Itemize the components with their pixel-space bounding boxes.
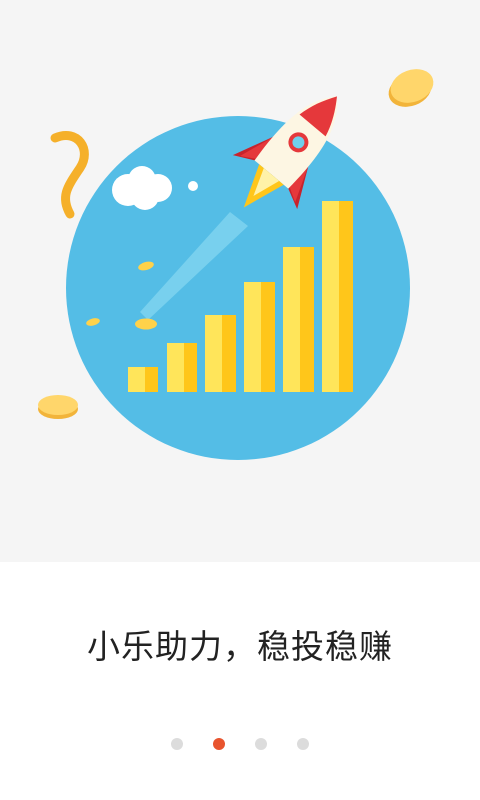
- coin-large-top: [388, 69, 434, 107]
- blue-circle-background: [66, 116, 410, 460]
- ribbon-decoration: [50, 131, 89, 219]
- page-dot-4[interactable]: [297, 738, 309, 750]
- hero-area: [0, 0, 480, 562]
- small-cloud-dot: [188, 181, 198, 191]
- slogan-text: 小乐助力，稳投稳赚: [87, 627, 393, 666]
- illustration: [38, 69, 434, 460]
- page-dot-1[interactable]: [171, 738, 183, 750]
- onboarding-screen[interactable]: 小乐助力，稳投稳赚: [0, 0, 480, 800]
- page-dot-3[interactable]: [255, 738, 267, 750]
- page-indicator[interactable]: [0, 738, 480, 750]
- page-dot-2-active[interactable]: [213, 738, 225, 750]
- coin-large-bottom: [38, 395, 78, 419]
- coin-small-3: [135, 318, 157, 330]
